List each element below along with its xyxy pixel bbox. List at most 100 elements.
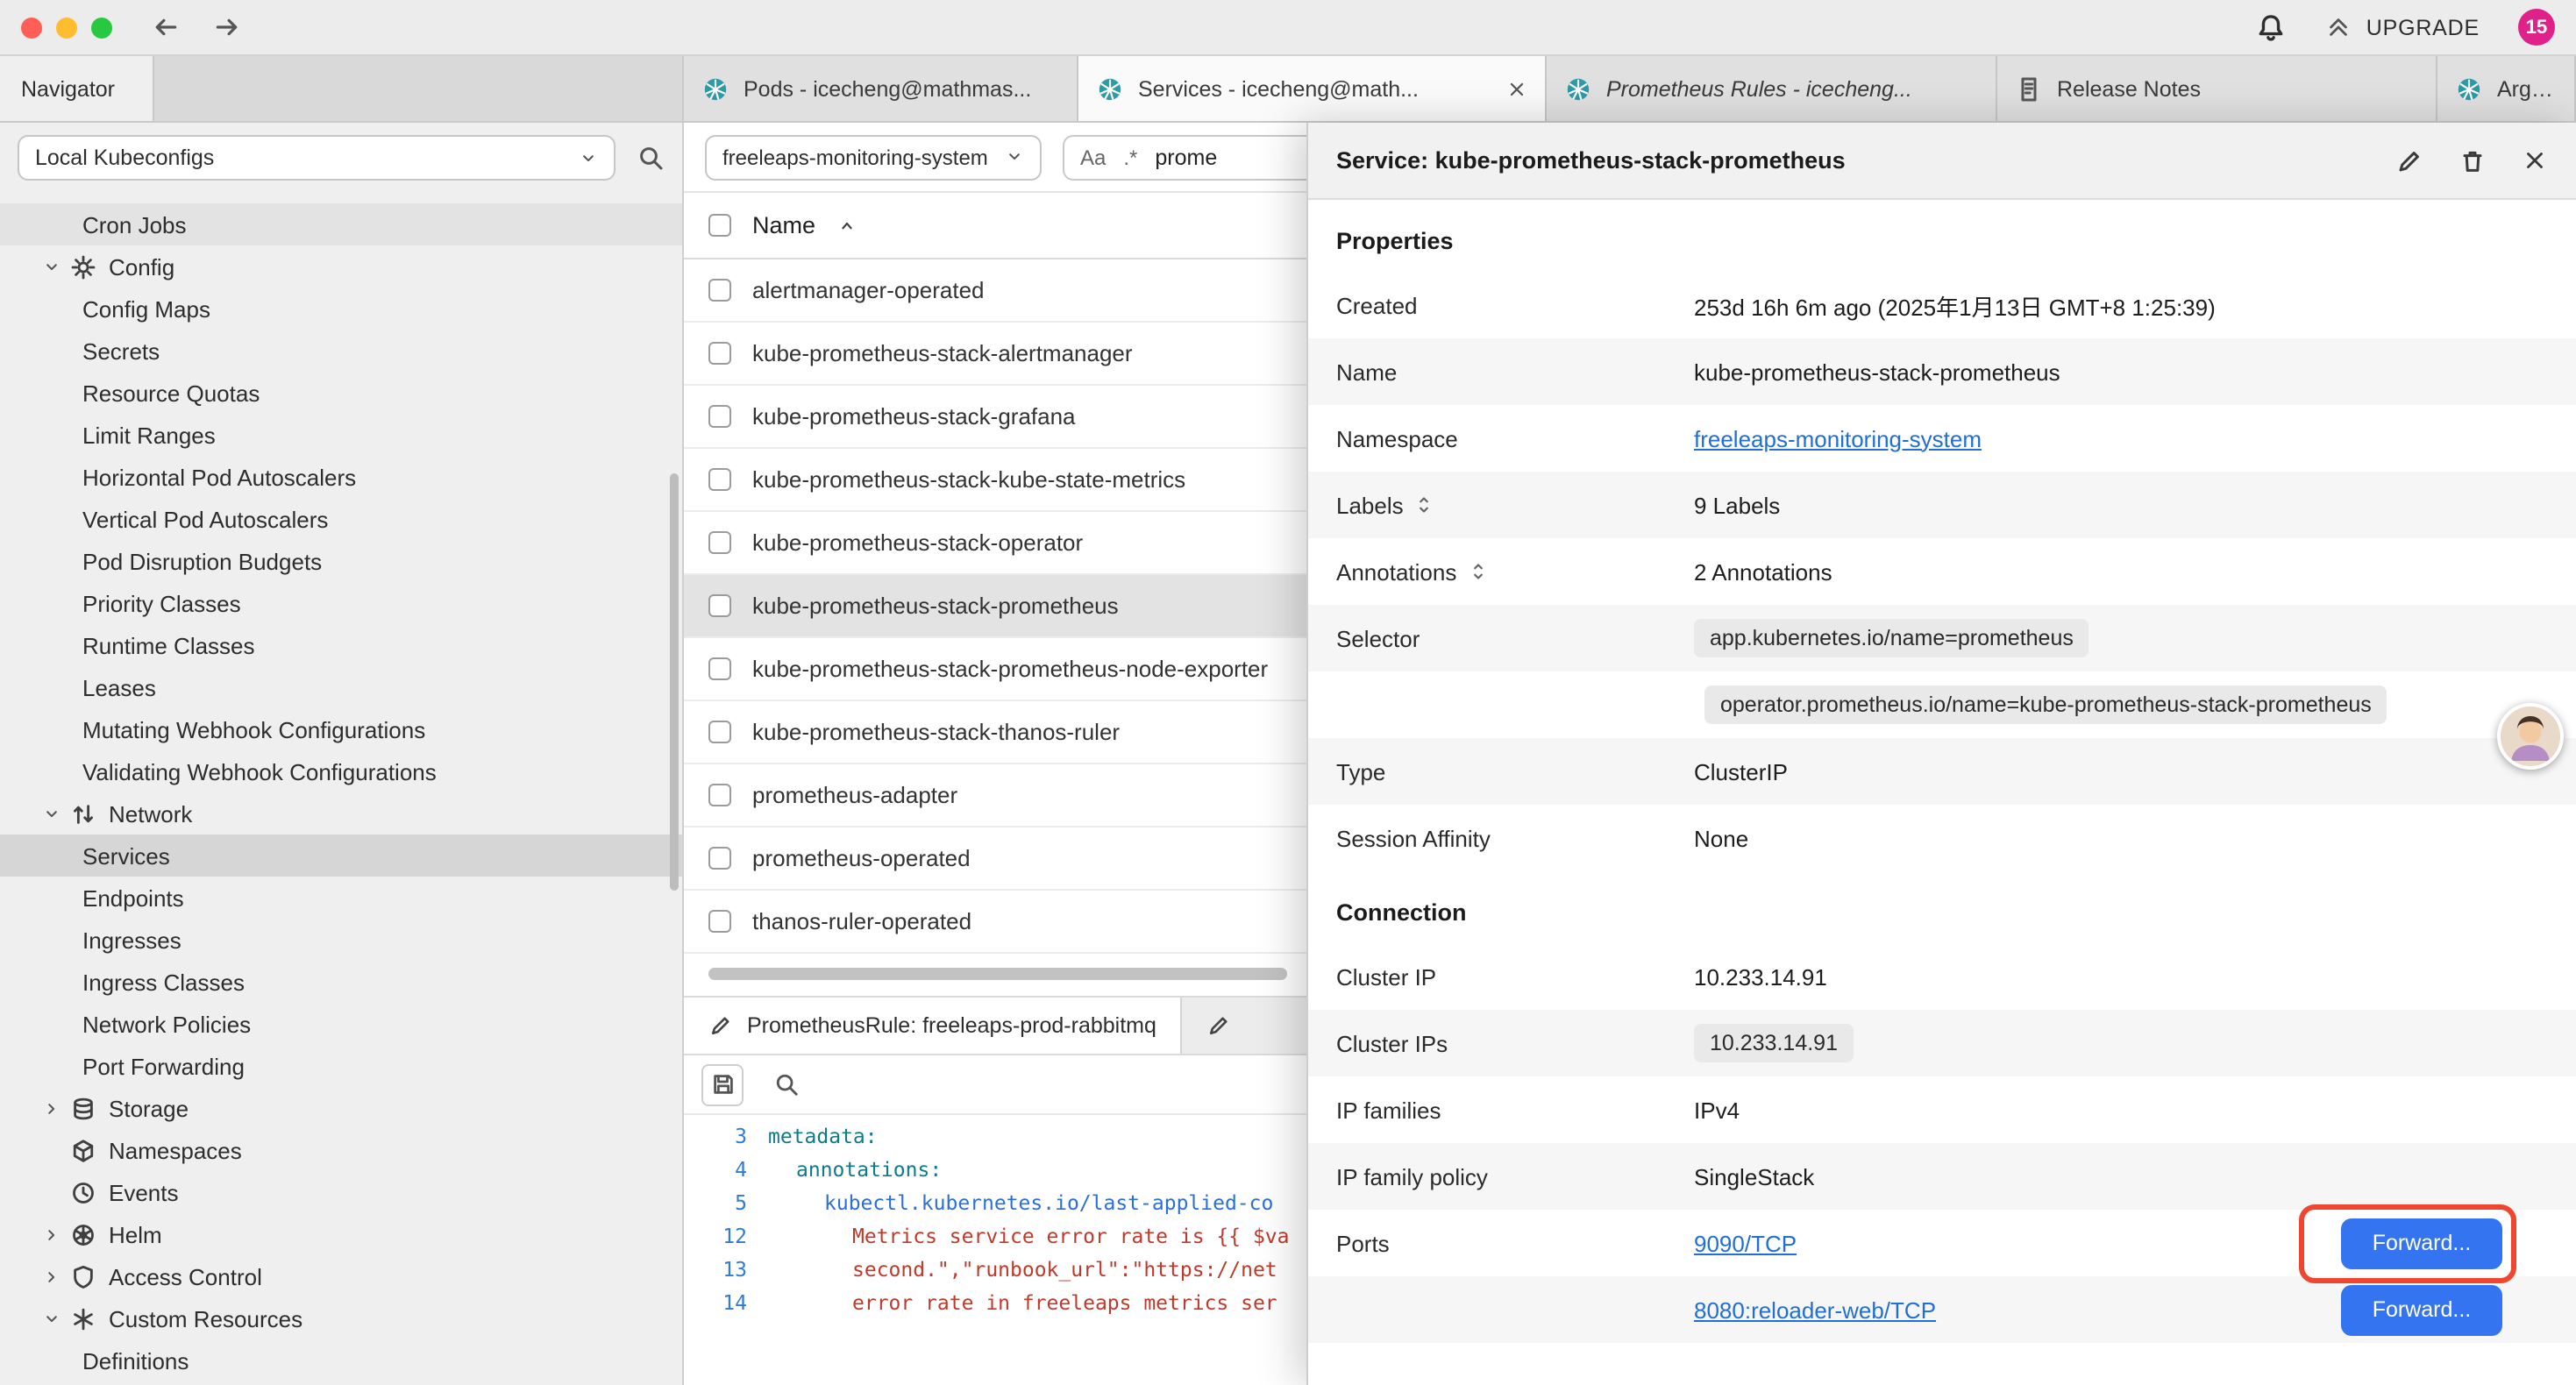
row-checkbox[interactable] [708, 721, 731, 743]
row-checkbox[interactable] [708, 531, 731, 554]
sidebar-item-storage[interactable]: Storage [0, 1087, 682, 1129]
port-forward-button[interactable]: Forward... [2341, 1284, 2502, 1335]
sidebar-item-priority-classes[interactable]: Priority Classes [0, 582, 682, 624]
minimize-window-button[interactable] [56, 17, 77, 38]
row-checkbox[interactable] [708, 405, 731, 428]
forward-button-nav[interactable] [212, 12, 242, 42]
sidebar-item-label: Services [82, 842, 170, 869]
tab-close-button[interactable] [1506, 78, 1527, 99]
tab-release-notes[interactable]: Release Notes [1997, 56, 2437, 121]
sidebar-item-pod-disruption-budgets[interactable]: Pod Disruption Budgets [0, 540, 682, 582]
sidebar-item-helm[interactable]: Helm [0, 1213, 682, 1255]
sidebar-item-endpoints[interactable]: Endpoints [0, 877, 682, 919]
editor-tab-prometheusrule[interactable]: PrometheusRule: freeleaps-prod-rabbitmq [684, 998, 1183, 1054]
sidebar-item-secrets[interactable]: Secrets [0, 330, 682, 372]
line-number: 13 [684, 1254, 768, 1287]
upgrade-button[interactable]: UPGRADE [2326, 14, 2480, 40]
sidebar-item-resource-quotas[interactable]: Resource Quotas [0, 372, 682, 414]
row-checkbox[interactable] [708, 847, 731, 870]
tab-prometheus-rules-icecheng[interactable]: Prometheus Rules - icecheng... [1547, 56, 1997, 121]
tab-pods-icecheng-mathmas[interactable]: Pods - icecheng@mathmas... [684, 56, 1078, 121]
expand-toggle-icon[interactable] [1467, 561, 1488, 582]
close-drawer-button[interactable] [2522, 147, 2548, 174]
property-value: app.kubernetes.io/name=prometheus [1694, 619, 2548, 657]
property-row-name: Namekube-prometheus-stack-prometheus [1308, 338, 2576, 405]
horizontal-scrollbar-thumb[interactable] [708, 968, 1287, 980]
sidebar-item-namespaces[interactable]: Namespaces [0, 1129, 682, 1171]
close-window-button[interactable] [21, 17, 42, 38]
row-checkbox[interactable] [708, 468, 731, 491]
namespace-link[interactable]: freeleaps-monitoring-system [1694, 425, 1982, 451]
row-checkbox[interactable] [708, 279, 731, 302]
sidebar-item-horizontal-pod-autoscalers[interactable]: Horizontal Pod Autoscalers [0, 456, 682, 498]
match-case-toggle[interactable]: Aa [1080, 145, 1106, 169]
tab-argo-s[interactable]: Argo S... [2437, 56, 2576, 121]
namespace-select[interactable]: freeleaps-monitoring-system [705, 134, 1042, 180]
sidebar-item-limit-ranges[interactable]: Limit Ranges [0, 414, 682, 456]
edit-button[interactable] [2395, 146, 2423, 174]
code-text: metadata: [768, 1120, 878, 1154]
editor-search-button[interactable] [765, 1063, 807, 1105]
sidebar-item-ingress-classes[interactable]: Ingress Classes [0, 961, 682, 1003]
row-checkbox[interactable] [708, 342, 731, 365]
sidebar-scrollbar[interactable] [670, 473, 679, 891]
sidebar-item-ingresses[interactable]: Ingresses [0, 919, 682, 961]
expand-toggle-icon[interactable] [1414, 494, 1435, 515]
property-row-created: Created253d 16h 6m ago (2025年1月13日 GMT+8… [1308, 272, 2576, 338]
row-checkbox[interactable] [708, 657, 731, 680]
zoom-window-button[interactable] [91, 17, 112, 38]
chevron-right-icon[interactable] [42, 1098, 67, 1118]
property-value: 8080:reloader-web/TCP Forward... [1694, 1284, 2548, 1335]
sidebar-item-access-control[interactable]: Access Control [0, 1255, 682, 1297]
section-heading-properties: Properties [1308, 200, 2576, 272]
save-button[interactable] [701, 1063, 744, 1105]
editor-tab-partial[interactable] [1183, 998, 1256, 1054]
tab-services-icecheng-math[interactable]: Services - icecheng@math... [1078, 56, 1547, 121]
tab-bar: Pods - icecheng@mathmas...Services - ice… [684, 56, 2576, 121]
code-text: Metrics service error rate is {{ $va [768, 1220, 1290, 1254]
sidebar-item-label: Config [109, 253, 174, 280]
name-column-header[interactable]: Name [752, 212, 815, 238]
notification-count-badge[interactable]: 15 [2518, 9, 2555, 46]
sidebar-item-services[interactable]: Services [0, 835, 682, 877]
chevron-right-icon[interactable] [42, 1225, 67, 1244]
sidebar-item-vertical-pod-autoscalers[interactable]: Vertical Pod Autoscalers [0, 498, 682, 540]
navigator-tab[interactable]: Navigator [0, 56, 154, 121]
select-all-checkbox[interactable] [708, 214, 731, 237]
sidebar-item-network-policies[interactable]: Network Policies [0, 1003, 682, 1045]
sidebar-item-network[interactable]: Network [0, 792, 682, 835]
row-checkbox[interactable] [708, 594, 731, 617]
back-button[interactable] [151, 12, 181, 42]
sidebar-item-cron-jobs[interactable]: Cron Jobs [0, 203, 682, 245]
k8s-icon [1096, 75, 1124, 103]
kubeconfig-select[interactable]: Local Kubeconfigs [18, 135, 616, 181]
sidebar-item-runtime-classes[interactable]: Runtime Classes [0, 624, 682, 666]
sidebar-item-custom-resources[interactable]: Custom Resources [0, 1297, 682, 1339]
sidebar-item-config-maps[interactable]: Config Maps [0, 288, 682, 330]
port-link-9090-tcp[interactable]: 9090/TCP [1694, 1230, 1797, 1256]
property-value: operator.prometheus.io/name=kube-prometh… [1694, 685, 2548, 724]
row-checkbox[interactable] [708, 910, 731, 933]
sidebar-item-mutating-webhook-configurations[interactable]: Mutating Webhook Configurations [0, 708, 682, 750]
sidebar-item-leases[interactable]: Leases [0, 666, 682, 708]
port-link-8080-reloader-web-tcp[interactable]: 8080:reloader-web/TCP [1694, 1296, 1936, 1323]
chevron-down-icon[interactable] [42, 257, 67, 276]
regex-toggle[interactable]: .* [1123, 145, 1137, 169]
sidebar-item-config[interactable]: Config [0, 245, 682, 288]
notifications-button[interactable] [2256, 11, 2288, 43]
sidebar-item-port-forwarding[interactable]: Port Forwarding [0, 1045, 682, 1087]
sidebar-item-validating-webhook-configurations[interactable]: Validating Webhook Configurations [0, 750, 682, 792]
chevron-down-icon[interactable] [42, 1309, 67, 1328]
sidebar-search-button[interactable] [637, 144, 665, 172]
sort-ascending-icon[interactable] [836, 215, 857, 236]
sidebar-item-definitions[interactable]: Definitions [0, 1339, 682, 1381]
sidebar-item-events[interactable]: Events [0, 1171, 682, 1213]
chevron-down-icon[interactable] [42, 804, 67, 823]
delete-button[interactable] [2459, 146, 2487, 174]
value-text: 253d 16h 6m ago (2025年1月13日 GMT+8 1:25:3… [1694, 288, 2216, 322]
chevron-right-icon[interactable] [42, 1267, 67, 1286]
port-forward-button[interactable]: Forward... [2341, 1218, 2502, 1268]
navigator-sidebar: Local Kubeconfigs Cron Jobs Config Config … [0, 123, 684, 1385]
user-avatar[interactable] [2497, 703, 2564, 770]
row-checkbox[interactable] [708, 784, 731, 806]
